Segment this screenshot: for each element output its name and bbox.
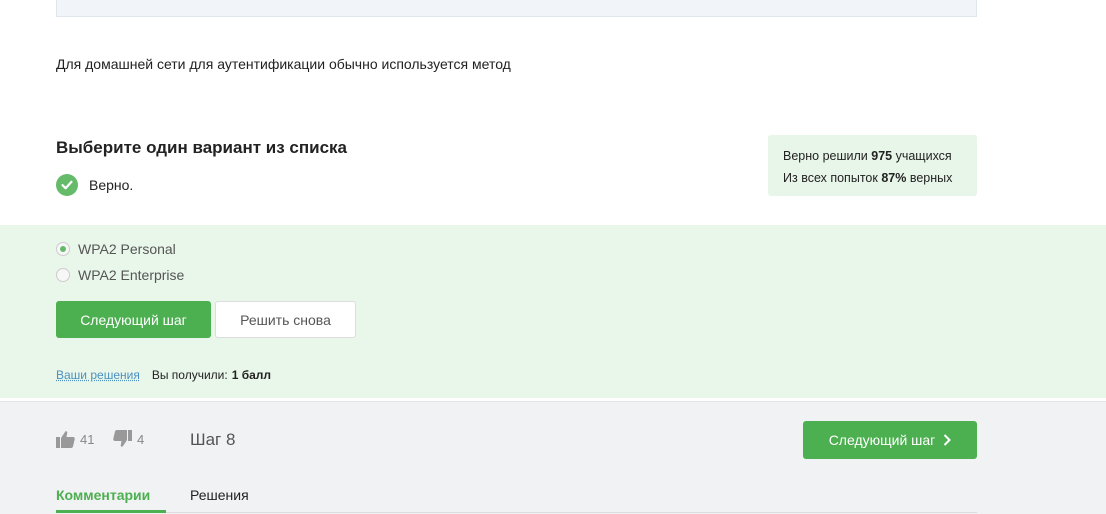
question-text: Для домашней сети для аутентификации обы… [56,56,511,72]
stats-solved-count: 975 [871,149,893,163]
thumbs-up-icon [56,431,75,448]
step-page: Для домашней сети для аутентификации обы… [0,0,1106,514]
your-solutions-link[interactable]: Ваши решения [56,368,140,382]
stats-percent-prefix: Из всех попыток [783,170,878,185]
stats-percent-value: 87% [881,170,907,185]
result-status: Верно. [56,174,133,196]
active-tab-indicator [56,510,166,513]
dislike-count: 4 [137,431,145,447]
footer-next-step-label: Следующий шаг [828,432,936,448]
like-button[interactable]: 41 [56,430,94,448]
score-label: Вы получили: [151,368,228,382]
tab-comments[interactable]: Комментарии [56,487,150,503]
task-title: Выберите один вариант из списка [56,138,347,157]
radio-checked[interactable] [56,242,70,256]
tabs-divider [56,512,977,513]
dislike-button[interactable]: 4 [113,430,144,448]
chevron-right-icon [943,434,952,446]
stats-line-solved: Верно решили 975 учащихся [783,146,977,168]
stats-percent-suffix: верных [909,170,953,185]
stats-line-percent: Из всех попыток 87% верных [783,168,977,190]
like-count: 41 [80,431,95,447]
next-step-button[interactable]: Следующий шаг [56,301,211,338]
stats-solved-prefix: Верно решили [783,149,868,163]
retry-button[interactable]: Решить снова [215,301,356,338]
footer-next-step-button[interactable]: Следующий шаг [803,421,977,459]
step-number: Шаг 8 [190,430,236,449]
option-label: WPA2 Enterprise [78,267,185,283]
option-label: WPA2 Personal [78,241,176,257]
tab-solutions[interactable]: Решения [190,487,249,503]
result-text: Верно. [89,177,134,193]
previous-content-box [56,0,977,17]
check-icon [56,174,78,196]
score-value: 1 балл [231,368,272,382]
option-wpa2-personal[interactable]: WPA2 Personal [56,241,176,257]
stats-solved-suffix: учащихся [895,149,952,163]
radio-unchecked[interactable] [56,268,70,282]
thumbs-down-icon [113,430,132,447]
solutions-row: Ваши решения Вы получили: 1 балл [56,368,271,382]
option-wpa2-enterprise[interactable]: WPA2 Enterprise [56,267,184,283]
solve-stats-box: Верно решили 975 учащихся Из всех попыто… [768,135,977,196]
